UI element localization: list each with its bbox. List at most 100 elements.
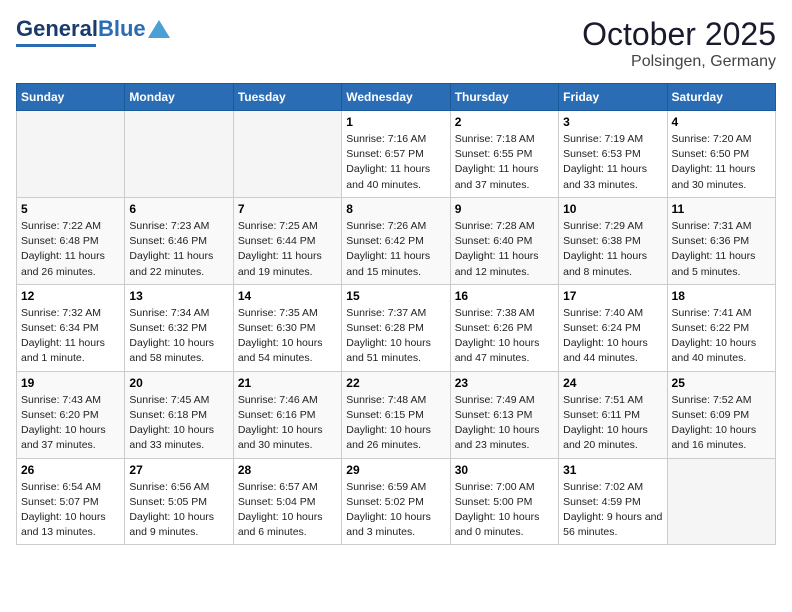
calendar-day-cell: 5 Sunrise: 7:22 AM Sunset: 6:48 PM Daylig… xyxy=(17,197,125,284)
day-number: 31 xyxy=(563,463,662,477)
day-number: 21 xyxy=(238,376,337,390)
day-info: Sunrise: 7:40 AM Sunset: 6:24 PM Dayligh… xyxy=(563,306,662,367)
day-number: 12 xyxy=(21,289,120,303)
day-number: 28 xyxy=(238,463,337,477)
day-number: 7 xyxy=(238,202,337,216)
logo-underline xyxy=(16,44,96,47)
day-info: Sunrise: 7:52 AM Sunset: 6:09 PM Dayligh… xyxy=(672,393,771,454)
day-info: Sunrise: 7:22 AM Sunset: 6:48 PM Dayligh… xyxy=(21,219,120,280)
calendar-day-cell: 25 Sunrise: 7:52 AM Sunset: 6:09 PM Dayli… xyxy=(667,371,775,458)
day-number: 22 xyxy=(346,376,445,390)
calendar-day-cell: 2 Sunrise: 7:18 AM Sunset: 6:55 PM Daylig… xyxy=(450,111,558,198)
location: Polsingen, Germany xyxy=(582,53,776,71)
day-info: Sunrise: 7:51 AM Sunset: 6:11 PM Dayligh… xyxy=(563,393,662,454)
day-number: 3 xyxy=(563,115,662,129)
calendar-day-cell: 3 Sunrise: 7:19 AM Sunset: 6:53 PM Daylig… xyxy=(559,111,667,198)
day-info: Sunrise: 7:34 AM Sunset: 6:32 PM Dayligh… xyxy=(129,306,228,367)
calendar-day-cell: 31 Sunrise: 7:02 AM Sunset: 4:59 PM Dayli… xyxy=(559,458,667,545)
calendar-day-cell: 15 Sunrise: 7:37 AM Sunset: 6:28 PM Dayli… xyxy=(342,284,450,371)
day-info: Sunrise: 7:23 AM Sunset: 6:46 PM Dayligh… xyxy=(129,219,228,280)
day-info: Sunrise: 7:38 AM Sunset: 6:26 PM Dayligh… xyxy=(455,306,554,367)
calendar-day-cell: 14 Sunrise: 7:35 AM Sunset: 6:30 PM Dayli… xyxy=(233,284,341,371)
day-info: Sunrise: 6:59 AM Sunset: 5:02 PM Dayligh… xyxy=(346,480,445,541)
calendar-day-cell: 27 Sunrise: 6:56 AM Sunset: 5:05 PM Dayli… xyxy=(125,458,233,545)
calendar-day-cell: 17 Sunrise: 7:40 AM Sunset: 6:24 PM Dayli… xyxy=(559,284,667,371)
calendar-week-row: 26Sunrise: 6:54 AM Sunset: 5:07 PM Dayli… xyxy=(17,458,776,545)
weekday-header: Saturday xyxy=(667,84,775,111)
weekday-header: Friday xyxy=(559,84,667,111)
logo-arrow-icon xyxy=(148,20,170,38)
calendar-day-cell: 21 Sunrise: 7:46 AM Sunset: 6:16 PM Dayli… xyxy=(233,371,341,458)
calendar-day-cell xyxy=(125,111,233,198)
calendar-day-cell xyxy=(233,111,341,198)
day-number: 15 xyxy=(346,289,445,303)
calendar-week-row: 5 Sunrise: 7:22 AM Sunset: 6:48 PM Daylig… xyxy=(17,197,776,284)
calendar-day-cell: 11 Sunrise: 7:31 AM Sunset: 6:36 PM Dayli… xyxy=(667,197,775,284)
day-number: 25 xyxy=(672,376,771,390)
weekday-header: Thursday xyxy=(450,84,558,111)
calendar-day-cell: 18 Sunrise: 7:41 AM Sunset: 6:22 PM Dayli… xyxy=(667,284,775,371)
day-number: 10 xyxy=(563,202,662,216)
day-info: Sunrise: 7:49 AM Sunset: 6:13 PM Dayligh… xyxy=(455,393,554,454)
calendar-week-row: 12 Sunrise: 7:32 AM Sunset: 6:34 PM Dayli… xyxy=(17,284,776,371)
calendar-day-cell: 1Sunrise: 7:16 AM Sunset: 6:57 PM Daylig… xyxy=(342,111,450,198)
day-info: Sunrise: 7:48 AM Sunset: 6:15 PM Dayligh… xyxy=(346,393,445,454)
day-number: 6 xyxy=(129,202,228,216)
day-info: Sunrise: 7:16 AM Sunset: 6:57 PM Dayligh… xyxy=(346,132,445,193)
day-info: Sunrise: 7:35 AM Sunset: 6:30 PM Dayligh… xyxy=(238,306,337,367)
day-info: Sunrise: 7:18 AM Sunset: 6:55 PM Dayligh… xyxy=(455,132,554,193)
calendar-day-cell: 26Sunrise: 6:54 AM Sunset: 5:07 PM Dayli… xyxy=(17,458,125,545)
calendar-day-cell: 10 Sunrise: 7:29 AM Sunset: 6:38 PM Dayli… xyxy=(559,197,667,284)
calendar-day-cell: 29 Sunrise: 6:59 AM Sunset: 5:02 PM Dayli… xyxy=(342,458,450,545)
day-number: 26 xyxy=(21,463,120,477)
day-info: Sunrise: 6:56 AM Sunset: 5:05 PM Dayligh… xyxy=(129,480,228,541)
day-info: Sunrise: 7:43 AM Sunset: 6:20 PM Dayligh… xyxy=(21,393,120,454)
calendar-header-row: SundayMondayTuesdayWednesdayThursdayFrid… xyxy=(17,84,776,111)
weekday-header: Wednesday xyxy=(342,84,450,111)
day-info: Sunrise: 7:28 AM Sunset: 6:40 PM Dayligh… xyxy=(455,219,554,280)
calendar-day-cell: 30 Sunrise: 7:00 AM Sunset: 5:00 PM Dayli… xyxy=(450,458,558,545)
calendar-day-cell: 19 Sunrise: 7:43 AM Sunset: 6:20 PM Dayli… xyxy=(17,371,125,458)
logo: General Blue xyxy=(16,16,170,47)
day-info: Sunrise: 7:25 AM Sunset: 6:44 PM Dayligh… xyxy=(238,219,337,280)
calendar-day-cell: 20Sunrise: 7:45 AM Sunset: 6:18 PM Dayli… xyxy=(125,371,233,458)
day-number: 29 xyxy=(346,463,445,477)
day-info: Sunrise: 6:57 AM Sunset: 5:04 PM Dayligh… xyxy=(238,480,337,541)
day-number: 18 xyxy=(672,289,771,303)
calendar-day-cell: 16Sunrise: 7:38 AM Sunset: 6:26 PM Dayli… xyxy=(450,284,558,371)
day-number: 14 xyxy=(238,289,337,303)
calendar-week-row: 19 Sunrise: 7:43 AM Sunset: 6:20 PM Dayli… xyxy=(17,371,776,458)
day-info: Sunrise: 7:19 AM Sunset: 6:53 PM Dayligh… xyxy=(563,132,662,193)
day-info: Sunrise: 7:41 AM Sunset: 6:22 PM Dayligh… xyxy=(672,306,771,367)
day-number: 27 xyxy=(129,463,228,477)
day-info: Sunrise: 7:02 AM Sunset: 4:59 PM Dayligh… xyxy=(563,480,662,541)
day-number: 11 xyxy=(672,202,771,216)
day-number: 23 xyxy=(455,376,554,390)
day-number: 4 xyxy=(672,115,771,129)
calendar-table: SundayMondayTuesdayWednesdayThursdayFrid… xyxy=(16,83,776,545)
calendar-day-cell: 6 Sunrise: 7:23 AM Sunset: 6:46 PM Daylig… xyxy=(125,197,233,284)
month-title: October 2025 xyxy=(582,16,776,53)
calendar-day-cell: 22 Sunrise: 7:48 AM Sunset: 6:15 PM Dayli… xyxy=(342,371,450,458)
day-info: Sunrise: 7:29 AM Sunset: 6:38 PM Dayligh… xyxy=(563,219,662,280)
day-number: 24 xyxy=(563,376,662,390)
day-info: Sunrise: 7:20 AM Sunset: 6:50 PM Dayligh… xyxy=(672,132,771,193)
day-number: 5 xyxy=(21,202,120,216)
day-info: Sunrise: 7:37 AM Sunset: 6:28 PM Dayligh… xyxy=(346,306,445,367)
calendar-week-row: 1Sunrise: 7:16 AM Sunset: 6:57 PM Daylig… xyxy=(17,111,776,198)
day-info: Sunrise: 7:46 AM Sunset: 6:16 PM Dayligh… xyxy=(238,393,337,454)
calendar-day-cell: 12 Sunrise: 7:32 AM Sunset: 6:34 PM Dayli… xyxy=(17,284,125,371)
day-number: 2 xyxy=(455,115,554,129)
weekday-header: Sunday xyxy=(17,84,125,111)
day-info: Sunrise: 7:31 AM Sunset: 6:36 PM Dayligh… xyxy=(672,219,771,280)
day-number: 17 xyxy=(563,289,662,303)
day-number: 19 xyxy=(21,376,120,390)
day-number: 30 xyxy=(455,463,554,477)
day-number: 8 xyxy=(346,202,445,216)
logo-blue: Blue xyxy=(98,16,146,42)
day-info: Sunrise: 7:26 AM Sunset: 6:42 PM Dayligh… xyxy=(346,219,445,280)
day-info: Sunrise: 7:32 AM Sunset: 6:34 PM Dayligh… xyxy=(21,306,120,367)
day-number: 9 xyxy=(455,202,554,216)
day-number: 13 xyxy=(129,289,228,303)
day-info: Sunrise: 7:00 AM Sunset: 5:00 PM Dayligh… xyxy=(455,480,554,541)
